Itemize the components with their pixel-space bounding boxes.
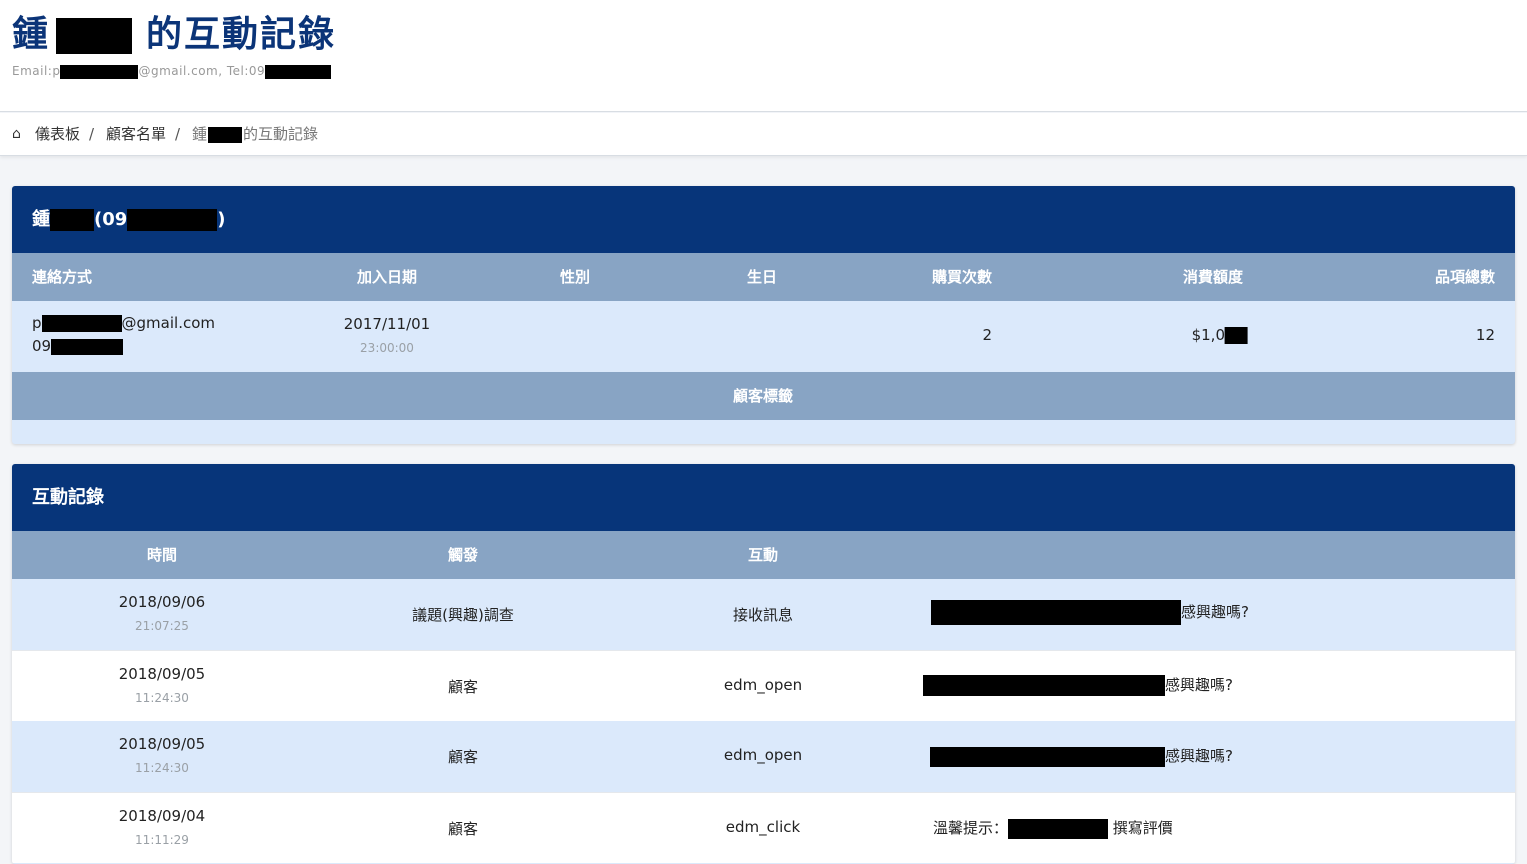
- row-action: edm_open: [723, 746, 803, 764]
- email-prefix: p: [32, 314, 42, 332]
- table-row: 2018/09/05 11:24:30 顧客 edm_open 感興趣嗎?: [12, 721, 1515, 792]
- row-action: edm_open: [723, 676, 803, 694]
- redacted-phone: [265, 64, 332, 79]
- spend-amount: $1,0: [1192, 326, 1248, 344]
- page-subtitle: Email:p @gmail.com, Tel:09: [12, 63, 332, 79]
- redacted-phone: [51, 338, 124, 355]
- table-row: 2018/09/04 11:11:29 顧客 edm_click 溫馨提示： 撰…: [12, 792, 1515, 863]
- phone-prefix: 09: [32, 337, 52, 355]
- breadcrumb-separator: /: [175, 125, 181, 143]
- purchase-count: 2: [982, 326, 992, 344]
- customer-tags-label: 顧客標籤: [732, 387, 794, 405]
- row-time: 11:24:30: [135, 761, 189, 775]
- home-icon[interactable]: ⌂: [12, 113, 21, 156]
- redacted-content: [930, 746, 1165, 767]
- subtitle-email-prefix: Email:p: [12, 64, 61, 78]
- interaction-table-header: 時間 觸發 互動: [12, 531, 1515, 579]
- redacted-name: [208, 126, 243, 143]
- content-suffix: 感興趣嗎?: [1181, 603, 1249, 621]
- column-join-date: 加入日期: [356, 268, 418, 286]
- row-content: 溫馨提示： 撰寫評價: [933, 817, 1173, 839]
- row-date: 2018/09/06: [118, 593, 206, 611]
- page-title: 鍾 的互動記錄: [12, 10, 336, 60]
- join-date: 2017/11/01: [343, 315, 431, 333]
- content-suffix: 感興趣嗎?: [1165, 676, 1233, 694]
- subtitle-email-suffix: @gmail.com, Tel:09: [138, 64, 266, 78]
- column-time: 時間: [146, 546, 178, 564]
- column-item-total: 品項總數: [1434, 268, 1495, 286]
- redacted-email: [41, 315, 122, 332]
- table-row: 2018/09/05 11:24:30 顧客 edm_open 感興趣嗎?: [12, 650, 1515, 721]
- row-date: 2018/09/05: [118, 735, 206, 753]
- column-birthday: 生日: [746, 268, 778, 286]
- row-date: 2018/09/05: [118, 665, 206, 683]
- column-contact: 連絡方式: [32, 268, 93, 286]
- spend-prefix: $1,0: [1191, 326, 1225, 344]
- row-content: 感興趣嗎?: [931, 600, 1249, 625]
- breadcrumb-dashboard[interactable]: 儀表板: [35, 113, 80, 156]
- interaction-card: 互動記錄 時間 觸發 互動 2018/09/06 21:07:25 議題(興趣)…: [12, 464, 1515, 864]
- breadcrumb-current-suffix: 的互動記錄: [243, 125, 319, 143]
- content-suffix: 撰寫評價: [1112, 819, 1173, 837]
- content-suffix: 感興趣嗎?: [1165, 747, 1233, 765]
- redacted-email: [60, 64, 139, 79]
- redacted-name: [50, 209, 94, 231]
- redacted-content: [1008, 818, 1109, 839]
- redacted-content: [931, 600, 1181, 625]
- breadcrumb: ⌂ 儀表板 / 顧客名單 / 鍾 的互動記錄: [0, 113, 1527, 156]
- row-content: 感興趣嗎?: [923, 674, 1233, 696]
- row-trigger: 顧客: [447, 678, 479, 696]
- row-time: 11:24:30: [135, 691, 189, 705]
- content-prefix: 溫馨提示：: [933, 819, 1009, 837]
- customer-card-header: 鍾 (09): [12, 186, 1515, 253]
- column-trigger: 觸發: [447, 546, 479, 564]
- redacted-phone: [127, 209, 218, 231]
- row-trigger: 顧客: [447, 820, 479, 838]
- breadcrumb-current-prefix: 鍾: [192, 125, 208, 143]
- row-action: edm_click: [725, 818, 801, 836]
- redacted-name: [56, 18, 133, 54]
- column-spend-amount: 消費額度: [1182, 268, 1243, 286]
- row-trigger: 顧客: [447, 748, 479, 766]
- item-total: 12: [1475, 326, 1495, 344]
- customer-card: 鍾 (09) 連絡方式 加入日期 性別 生日 購買次數 消費額度 品項總數 p @g…: [12, 186, 1515, 444]
- row-content: 感興趣嗎?: [930, 745, 1233, 767]
- breadcrumb-separator: /: [89, 125, 95, 143]
- breadcrumb-customer-list[interactable]: 顧客名單: [106, 113, 166, 156]
- column-interaction: 互動: [747, 546, 779, 564]
- title-surname: 鍾: [12, 14, 51, 55]
- customer-tags-header: 顧客標籤: [12, 372, 1515, 420]
- redacted-content: [923, 675, 1165, 696]
- contact-phone: 09: [32, 337, 124, 355]
- customer-phone-prefix: (09: [94, 209, 128, 230]
- join-time: 23:00:00: [360, 341, 414, 355]
- interaction-card-header: 互動記錄: [12, 464, 1515, 531]
- redacted-amount: [1225, 327, 1248, 344]
- column-purchase-count: 購買次數: [931, 268, 992, 286]
- row-action: 接收訊息: [732, 606, 794, 624]
- customer-title-close: ): [217, 209, 226, 230]
- email-suffix: @gmail.com: [121, 314, 215, 332]
- table-row: 2018/09/06 21:07:25 議題(興趣)調查 接收訊息 感興趣嗎?: [12, 579, 1515, 650]
- title-suffix: 的互動記錄: [146, 14, 337, 55]
- customer-table-header: 連絡方式 加入日期 性別 生日 購買次數 消費額度 品項總數: [12, 253, 1515, 301]
- customer-row: p @gmail.com 09 2017/11/01 23:00:00 2 $1,…: [12, 301, 1515, 372]
- customer-surname: 鍾: [32, 209, 50, 230]
- row-date: 2018/09/04: [118, 807, 206, 825]
- contact-email: p @gmail.com: [32, 314, 215, 332]
- page-header: 鍾 的互動記錄 Email:p @gmail.com, Tel:09: [0, 0, 1527, 112]
- breadcrumb-current: 鍾 的互動記錄: [192, 113, 318, 156]
- row-trigger: 議題(興趣)調查: [412, 606, 514, 624]
- row-time: 11:11:29: [135, 833, 189, 847]
- row-time: 21:07:25: [135, 619, 189, 633]
- column-gender: 性別: [559, 268, 591, 286]
